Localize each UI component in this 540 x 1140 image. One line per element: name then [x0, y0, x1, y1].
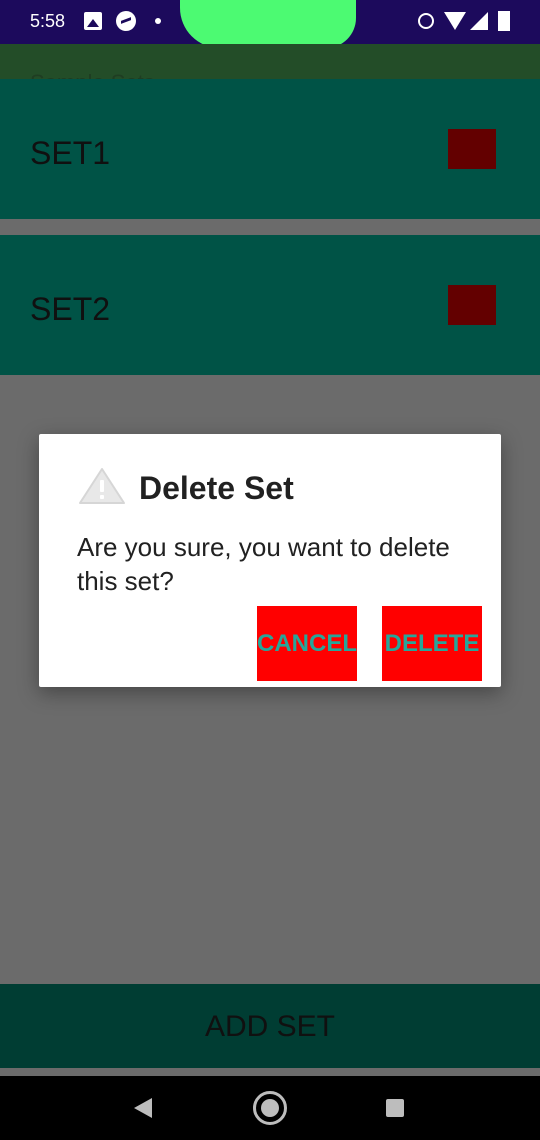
delete-set-dialog: Delete Set Are you sure, you want to del… — [39, 434, 501, 687]
app-toolbar: Sample Sets — [0, 44, 540, 80]
delete-set-button[interactable] — [448, 129, 496, 169]
cancel-button[interactable]: CANCEL — [257, 606, 357, 681]
camera-notch — [180, 0, 356, 48]
gallery-icon — [84, 12, 102, 30]
set-label: SET2 — [30, 291, 111, 327]
dialog-title: Delete Set — [139, 470, 294, 506]
messenger-icon — [116, 11, 136, 31]
delete-set-button[interactable] — [448, 285, 496, 325]
set-label: SET1 — [30, 135, 111, 171]
back-icon[interactable] — [134, 1098, 152, 1118]
dialog-message: Are you sure, you want to delete this se… — [77, 532, 450, 596]
status-time: 5:58 — [30, 11, 66, 31]
signal-icon — [470, 12, 488, 30]
status-bar: 5:58 — [0, 0, 540, 48]
home-icon[interactable] — [253, 1091, 287, 1125]
alarm-icon — [418, 13, 434, 29]
delete-button[interactable]: DELETE — [382, 606, 482, 681]
wifi-icon — [444, 12, 466, 30]
recents-icon[interactable] — [386, 1099, 404, 1117]
add-set-button[interactable]: ADD SET — [0, 984, 540, 1068]
set-row[interactable]: SET2 — [0, 235, 540, 375]
battery-icon — [498, 11, 510, 31]
warning-icon — [79, 468, 125, 504]
navigation-bar — [0, 1076, 540, 1140]
set-row[interactable]: SET1 — [0, 79, 540, 219]
notification-dot-icon — [155, 18, 161, 24]
